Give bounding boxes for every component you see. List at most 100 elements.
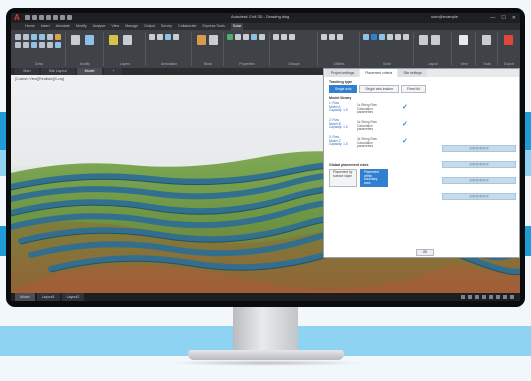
doc-tab-start[interactable]: Start <box>15 68 39 75</box>
select-all-icon[interactable] <box>329 34 335 40</box>
settings-icon[interactable] <box>403 34 409 40</box>
viewport-icon[interactable] <box>431 35 440 45</box>
solar-panel-icon[interactable] <box>371 34 377 40</box>
user-account[interactable]: user@example <box>431 14 458 19</box>
group-edit-icon[interactable] <box>289 34 295 40</box>
ribbon-tab-manage[interactable]: Manage <box>125 23 138 30</box>
print-icon[interactable] <box>60 15 65 20</box>
arc-icon[interactable] <box>39 34 45 40</box>
dialog-tab-placement-criteria[interactable]: Placement criteria <box>360 69 398 77</box>
line-icon[interactable] <box>15 34 21 40</box>
customize-icon[interactable] <box>510 295 514 299</box>
text-icon[interactable] <box>149 34 155 40</box>
app-logo-icon[interactable]: A <box>14 13 20 23</box>
ribbon-tab-insert[interactable]: Insert <box>41 23 50 30</box>
tools-icon[interactable] <box>482 35 491 45</box>
annotation-scale-icon[interactable] <box>496 295 500 299</box>
dimension-icon[interactable] <box>157 34 163 40</box>
ungroup-icon[interactable] <box>281 34 287 40</box>
create-block-icon[interactable] <box>209 35 218 45</box>
layer-properties-icon[interactable] <box>109 35 118 45</box>
segment-fixed-tilt[interactable]: Fixed tilt <box>401 85 426 93</box>
export-icon[interactable] <box>504 35 513 45</box>
match-properties-icon[interactable] <box>251 34 257 40</box>
ribbon-tab-collaborate[interactable]: Collaborate <box>178 23 196 30</box>
dialog-tab-site-settings[interactable]: Site settings <box>398 69 427 77</box>
insert-block-icon[interactable] <box>197 35 206 45</box>
group-icon[interactable] <box>273 34 279 40</box>
checkmark-icon[interactable]: ✓ <box>402 138 408 145</box>
layout-tab-layout1[interactable]: Layout1 <box>36 293 60 301</box>
segment-single-axis-tracker[interactable]: Single axis tracker <box>359 85 400 93</box>
measure-icon[interactable] <box>321 34 327 40</box>
ribbon-tab-output[interactable]: Output <box>144 23 155 30</box>
tracker-icon[interactable] <box>379 34 385 40</box>
ribbon-tab-view[interactable]: View <box>111 23 119 30</box>
mirror-icon[interactable] <box>39 42 45 48</box>
placement-by-slope-button[interactable]: Placement by surface slope <box>329 169 357 188</box>
entry-description: 3x String Row Calculation parameters <box>357 137 377 149</box>
ribbon-tab-modify[interactable]: Modify <box>76 23 87 30</box>
list-icon[interactable] <box>259 34 265 40</box>
ribbon-tab-survey[interactable]: Survey <box>161 23 172 30</box>
polyline-icon[interactable] <box>23 34 29 40</box>
redo-icon[interactable] <box>53 15 58 20</box>
close-button[interactable]: ✕ <box>512 15 516 21</box>
circle-icon[interactable] <box>31 34 37 40</box>
linetype-icon[interactable] <box>235 34 241 40</box>
save-icon[interactable] <box>39 15 44 20</box>
undo-icon[interactable] <box>46 15 51 20</box>
leader-icon[interactable] <box>165 34 171 40</box>
layout-tab-layout2[interactable]: Layout2 <box>61 293 85 301</box>
array-icon[interactable] <box>85 35 94 45</box>
ortho-icon[interactable] <box>475 295 479 299</box>
workspace-icon[interactable] <box>503 295 507 299</box>
rectangle-icon[interactable] <box>47 34 53 40</box>
trim-icon[interactable] <box>47 42 53 48</box>
polar-icon[interactable] <box>482 295 486 299</box>
placement-within-boundary-button[interactable]: Placement within boundary area <box>360 169 388 188</box>
share-icon[interactable] <box>67 15 72 20</box>
new-icon[interactable] <box>25 15 30 20</box>
doc-tab-model[interactable]: Model <box>76 68 103 75</box>
string-icon[interactable] <box>387 34 393 40</box>
new-tab-button[interactable]: + <box>104 68 123 75</box>
calculator-icon[interactable] <box>337 34 343 40</box>
copy-icon[interactable] <box>23 42 29 48</box>
title-bar: A Autodesk Civil 3D - Drawing.dwg user@e… <box>11 13 520 23</box>
color-icon[interactable] <box>227 34 233 40</box>
layout-icon[interactable] <box>419 35 428 45</box>
ribbon-tab-annotate[interactable]: Annotate <box>56 23 70 30</box>
checkmark-icon[interactable]: ✓ <box>402 104 408 111</box>
list-item[interactable]: 2: Row Model B Capacity: 1.5 2x String R… <box>329 118 409 131</box>
ok-button[interactable]: OK <box>416 249 434 256</box>
hatch-icon[interactable] <box>55 34 61 40</box>
list-item[interactable]: 1: Row Model A Capacity: 1.5 1x String R… <box>329 101 409 114</box>
osnap-icon[interactable] <box>489 295 493 299</box>
ribbon-tab-home[interactable]: Home <box>25 23 35 30</box>
report-icon[interactable] <box>395 34 401 40</box>
maximize-button[interactable]: ☐ <box>501 15 505 21</box>
snap-icon[interactable] <box>468 295 472 299</box>
dialog-tab-project-settings[interactable]: Project settings <box>326 69 360 77</box>
layer-state-icon[interactable] <box>123 35 132 45</box>
layout-tab-model[interactable]: Model <box>15 293 35 301</box>
ribbon-tab-solar[interactable]: Solar <box>230 23 244 30</box>
lineweight-icon[interactable] <box>243 34 249 40</box>
fillet-icon[interactable] <box>71 35 80 45</box>
move-icon[interactable] <box>15 42 21 48</box>
segment-single-axis[interactable]: Single axis <box>329 85 358 93</box>
table-icon[interactable] <box>173 34 179 40</box>
minimize-button[interactable]: — <box>490 15 495 21</box>
scale-icon[interactable] <box>55 42 61 48</box>
ribbon-tab-analyze[interactable]: Analyze <box>93 23 106 30</box>
rotate-icon[interactable] <box>31 42 37 48</box>
view-icon[interactable] <box>459 35 468 45</box>
list-item[interactable]: 3: Row Model C Capacity: 1.5 3x String R… <box>329 135 409 149</box>
open-icon[interactable] <box>32 15 37 20</box>
doc-tab-site-layout[interactable]: Site Layout <box>40 68 75 75</box>
ribbon-tab-express-tools[interactable]: Express Tools <box>202 23 224 30</box>
grid-icon[interactable] <box>461 295 465 299</box>
solar-layout-icon[interactable] <box>363 34 369 40</box>
checkmark-icon[interactable]: ✓ <box>402 121 408 128</box>
